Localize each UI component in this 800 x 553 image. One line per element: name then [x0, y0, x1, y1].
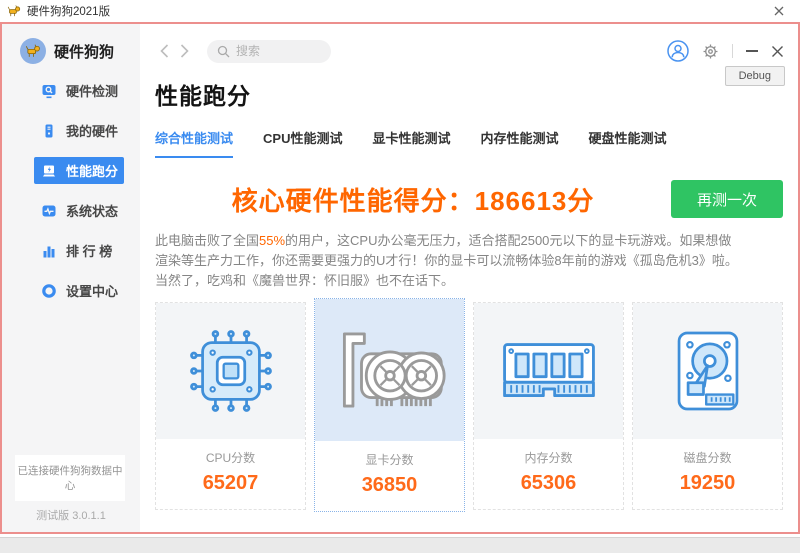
- settings-gear-icon[interactable]: [702, 43, 719, 60]
- dog-avatar-icon: [20, 38, 46, 64]
- sidebar-item-label: 排 行 榜: [66, 244, 113, 259]
- user-avatar-icon[interactable]: [667, 40, 689, 62]
- hdd-card-icon-area: [633, 303, 782, 440]
- dog-logo-icon: [7, 4, 21, 16]
- page-title: 性能跑分: [155, 83, 251, 109]
- card-score: 65306: [520, 472, 577, 495]
- sidebar-item-label: 性能跑分: [66, 164, 119, 179]
- tab-memory-test[interactable]: 内存性能测试: [480, 128, 558, 158]
- sidebar-item-ranking[interactable]: 排 行 榜: [34, 237, 124, 264]
- sidebar-item-my-hardware[interactable]: 我的硬件: [34, 117, 124, 144]
- card-label: 显卡分数: [365, 453, 414, 468]
- monitor-search-icon: [42, 84, 56, 98]
- sidebar-item-label: 设置中心: [66, 284, 119, 299]
- app-window: 硬件狗狗 硬件检测 我的硬件 性能跑分 系统状态 排 行 榜 设置中心 已连接硬…: [0, 22, 800, 534]
- titlebar-close-icon[interactable]: [772, 4, 786, 18]
- topbar: [140, 33, 798, 69]
- datacenter-status: 已连接硬件狗狗数据中心: [15, 455, 125, 501]
- tab-cpu-test[interactable]: CPU性能测试: [263, 128, 342, 158]
- card-gpu-score[interactable]: 显卡分数 36850: [314, 298, 465, 513]
- bar-chart-icon: [43, 246, 55, 257]
- ram-card-icon-area: [474, 303, 623, 440]
- minimize-icon[interactable]: [746, 50, 758, 52]
- search-icon: [217, 45, 230, 57]
- sidebar-item-system-status[interactable]: 系统状态: [34, 197, 124, 224]
- page-content: 性能跑分 综合性能测试 CPU性能测试 显卡性能测试 内存性能测试 硬盘性能测试…: [140, 77, 798, 513]
- result-description: 此电脑击败了全国55%的用户，这CPU办公毫无压力，适合搭配2500元以下的显卡…: [155, 231, 783, 291]
- sidebar-item-benchmark[interactable]: 性能跑分: [34, 157, 124, 184]
- app-version: 测试版 3.0.1.1: [36, 510, 106, 522]
- cpu-card-icon-area: [156, 303, 305, 440]
- total-score: 核心硬件性能得分：186613分: [231, 185, 595, 216]
- score-cards: CPU分数 65207 显卡分数 36850 内存分数 65306 磁盘分数 1…: [155, 298, 783, 513]
- forward-arrow-icon[interactable]: [174, 44, 194, 58]
- sidebar-item-label: 硬件检测: [66, 84, 119, 99]
- sidebar-menu: 硬件检测 我的硬件 性能跑分 系统状态 排 行 榜 设置中心: [2, 77, 140, 304]
- pc-tower-icon: [45, 124, 53, 137]
- laptop-bolt-icon: [43, 165, 55, 176]
- score-row: 核心硬件性能得分：186613分 再测一次: [155, 180, 783, 218]
- debug-button[interactable]: Debug: [724, 66, 785, 86]
- back-arrow-icon[interactable]: [154, 44, 174, 58]
- pulse-icon: [42, 205, 56, 216]
- window-title: 硬件狗狗2021版: [27, 6, 111, 18]
- tab-bar: 综合性能测试 CPU性能测试 显卡性能测试 内存性能测试 硬盘性能测试: [155, 128, 783, 159]
- sidebar-item-hardware-check[interactable]: 硬件检测: [34, 77, 124, 104]
- gpu-card-icon-area: [315, 299, 464, 442]
- app-logo: 硬件狗狗: [2, 24, 140, 64]
- desc-percent: 55%: [259, 233, 286, 248]
- desktop-strip: [0, 537, 800, 553]
- card-score: 19250: [679, 472, 736, 495]
- sidebar: 硬件狗狗 硬件检测 我的硬件 性能跑分 系统状态 排 行 榜 设置中心 已连接硬…: [2, 24, 140, 532]
- card-cpu-score[interactable]: CPU分数 65207: [155, 302, 306, 511]
- ram-stick-icon: [502, 343, 595, 398]
- cpu-chip-icon: [189, 330, 272, 413]
- search-box[interactable]: [207, 39, 331, 63]
- card-label: CPU分数: [205, 451, 256, 466]
- sidebar-item-label: 系统状态: [66, 204, 119, 219]
- controls-divider: [732, 44, 733, 58]
- tab-gpu-test[interactable]: 显卡性能测试: [372, 128, 450, 158]
- card-score: 36850: [361, 474, 418, 497]
- card-disk-score[interactable]: 磁盘分数 19250: [632, 302, 783, 511]
- gpu-card-icon: [342, 332, 446, 408]
- sidebar-item-settings[interactable]: 设置中心: [34, 277, 124, 304]
- search-input[interactable]: [236, 44, 314, 58]
- hdd-disk-icon: [677, 332, 738, 411]
- gear-ring-icon: [42, 283, 56, 298]
- card-score: 65207: [202, 472, 259, 495]
- os-titlebar: 硬件狗狗2021版: [0, 0, 800, 22]
- window-controls: [667, 40, 784, 62]
- card-label: 内存分数: [524, 451, 573, 466]
- desc-pre: 此电脑击败了全国: [155, 233, 260, 248]
- app-name: 硬件狗狗: [54, 43, 115, 61]
- card-memory-score[interactable]: 内存分数 65306: [473, 302, 624, 511]
- tab-disk-test[interactable]: 硬盘性能测试: [589, 128, 667, 158]
- card-label: 磁盘分数: [683, 451, 732, 466]
- tab-overall-test[interactable]: 综合性能测试: [155, 128, 234, 158]
- sidebar-item-label: 我的硬件: [66, 124, 119, 139]
- retest-button[interactable]: 再测一次: [671, 180, 783, 218]
- close-icon[interactable]: [771, 45, 784, 58]
- main-area: Debug 性能跑分 综合性能测试 CPU性能测试 显卡性能测试 内存性能测试 …: [140, 24, 798, 532]
